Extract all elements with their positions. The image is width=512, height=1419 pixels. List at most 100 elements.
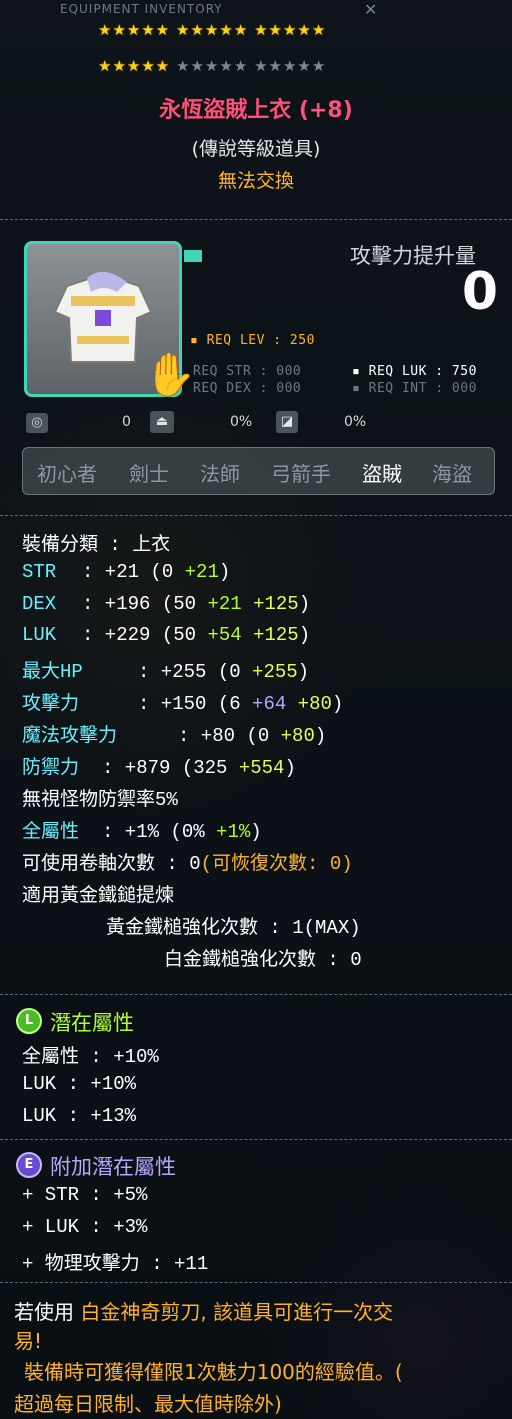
- stat-def-total: : +879: [102, 757, 171, 779]
- stat-dex: DEX: +196 (50 +21 +125): [22, 593, 310, 615]
- stat-luk-close: ): [298, 624, 311, 646]
- stat-atk-base: (6: [217, 693, 241, 715]
- atk-increase-value: 0: [461, 262, 498, 322]
- epic-bonus-potential-icon: E: [16, 1152, 42, 1178]
- stat-matk-close: ): [314, 725, 327, 747]
- divider: [0, 994, 512, 995]
- stat-str-flame: +21: [184, 561, 219, 583]
- job-warrior: 劍士: [129, 462, 169, 486]
- req-str: REQ STR : 000: [193, 364, 302, 379]
- stat-str: STR : +21 (0 +21): [22, 561, 230, 583]
- top-armor-icon: [47, 266, 159, 370]
- stat-scroll-text: 可使用卷軸次數 : 0: [22, 853, 201, 875]
- stat-gold-hammer: 黃金鐵槌強化次數 : 1(MAX): [106, 917, 361, 939]
- req-luk-text: REQ LUK : 750: [368, 364, 477, 379]
- item-grade: (傳說等級道具): [191, 138, 321, 160]
- footer-scissors-note: 若使用 白金神奇剪刀, 該道具可進行一次交: [14, 1296, 393, 1325]
- stat-magic-attack: 魔法攻擊力 : +80 (0 +80): [22, 720, 326, 747]
- bonus-potential-line-1: + STR : +5%: [22, 1184, 148, 1206]
- stat-ignore-def: 無視怪物防禦率5%: [22, 789, 178, 811]
- job-beginner: 初心者: [37, 462, 97, 486]
- stat-platinum-hammer: 白金鐵槌強化次數 : 0: [164, 949, 362, 971]
- icon-value-3: 0%: [344, 414, 367, 430]
- stat-str-total: : +21: [82, 561, 140, 583]
- item-name: 永恆盜賊上衣 (+8): [159, 98, 353, 123]
- stat-hammer: 適用黃金鐵鎚提煉: [22, 885, 175, 907]
- bonus-potential-line-2: + LUK : +3%: [22, 1216, 148, 1238]
- stat-defense: 防禦力: +879 (325 +554): [22, 752, 296, 779]
- trade-status: 無法交換: [217, 170, 294, 192]
- stat-all-close: ): [250, 821, 262, 843]
- req-luk: ▪ REQ LUK : 750: [352, 364, 477, 379]
- upgrade-icon: ⏏: [150, 411, 174, 433]
- stat-atk-starforce: +80: [297, 693, 332, 715]
- stat-dex-close: ): [298, 593, 311, 615]
- stat-def-base: (325: [181, 757, 228, 779]
- potential-line-1: 全屬性 : +10%: [22, 1046, 159, 1068]
- divider: [0, 219, 512, 220]
- stat-all-total: : +1%: [102, 821, 160, 843]
- growth-icon: ◎: [26, 413, 48, 433]
- stat-hp-starforce: +255: [252, 661, 298, 683]
- stat-str-base: (0: [150, 561, 174, 583]
- item-tooltip: EQUIPMENT INVENTORY ✕ ★★★★★ ★★★★★ ★★★★★ …: [0, 0, 512, 1419]
- stat-def-label: 防禦力: [22, 757, 80, 779]
- stat-str-close: ): [218, 561, 231, 583]
- stat-luk-total: : +229: [82, 624, 151, 646]
- stat-scroll-recover: (可恢復次數: 0): [200, 853, 353, 875]
- stat-all-flame: +1%: [216, 821, 251, 843]
- stat-hp-base: (0: [217, 661, 241, 683]
- divider: [0, 1139, 512, 1140]
- stat-maxhp: 最大HP: +255 (0 +255): [22, 656, 309, 683]
- stat-category: 裝備分類 : 上衣: [22, 534, 171, 556]
- stat-all-stat: 全屬性: +1% (0% +1%): [22, 816, 262, 843]
- job-pirate: 海盜: [432, 462, 472, 486]
- req-dex: REQ DEX : 000: [193, 381, 302, 396]
- job-magician: 法師: [200, 462, 240, 486]
- stat-luk-flame: +54: [207, 624, 242, 646]
- stat-dex-total: : +196: [82, 593, 151, 615]
- star-row-1: ★★★★★ ★★★★★ ★★★★★: [98, 21, 327, 39]
- stat-attack: 攻擊力 : +150 (6 +64 +80): [22, 688, 343, 715]
- footer-line-4: 超過每日限制、最大值時除外): [14, 1392, 282, 1416]
- stat-matk-starforce: +80: [280, 725, 315, 747]
- atk-increase-label: 攻擊力提升量: [350, 240, 476, 270]
- stat-dex-starforce: +125: [253, 593, 299, 615]
- stat-luk-base: (50: [161, 624, 197, 646]
- stat-scroll-count: 可使用卷軸次數 : 0(可恢復次數: 0): [22, 848, 353, 875]
- stat-luk: LUK : +229 (50 +54 +125): [22, 624, 310, 646]
- job-bar: 初心者 劍士 法師 弓箭手 盜賊 海盜: [22, 447, 495, 495]
- legendary-potential-icon: L: [16, 1008, 42, 1034]
- stat-all-label: 全屬性: [22, 821, 80, 843]
- stat-atk-close: ): [331, 693, 344, 715]
- footer-line-3: 裝備時可獲得僅限1次魅力100的經驗值。(: [24, 1360, 403, 1384]
- stat-matk-total: : +80: [178, 725, 236, 747]
- stat-matk-label: 魔法攻擊力: [22, 725, 118, 747]
- stat-hp-label: 最大HP: [22, 661, 83, 683]
- bonus-potential-line-3: + 物理攻擊力 : +11: [22, 1253, 209, 1275]
- atk-increase-label-text: 攻擊力提升量: [350, 244, 476, 268]
- req-level: ▪ REQ LEV : 250: [190, 333, 315, 348]
- potential-title: 潛在屬性: [50, 1011, 134, 1035]
- stat-hp-total: : +255: [138, 661, 207, 683]
- icon-value-1: 0: [122, 414, 131, 430]
- flag-icon: [184, 250, 202, 262]
- star-force-icon: ◪: [276, 411, 298, 433]
- footer-line1-prefix: 若使用: [14, 1300, 74, 1324]
- stat-atk-label: 攻擊力: [22, 693, 80, 715]
- stat-luk-label: LUK: [22, 624, 57, 646]
- footer-line1-main: 白金神奇剪刀, 該道具可進行一次交: [80, 1300, 394, 1324]
- stat-atk-total: : +150: [138, 693, 207, 715]
- req-int: ▪ REQ INT : 000: [352, 381, 477, 396]
- divider: [0, 1282, 512, 1283]
- stat-def-starforce: +554: [238, 757, 285, 779]
- bonus-potential-title: 附加潛在屬性: [50, 1155, 176, 1179]
- stat-atk-scroll: +64: [252, 693, 287, 715]
- stat-matk-base: (0: [246, 725, 270, 747]
- stat-luk-starforce: +125: [253, 624, 299, 646]
- stat-str-label: STR: [22, 561, 57, 583]
- stat-dex-label: DEX: [22, 593, 57, 615]
- close-icon[interactable]: ✕: [364, 0, 377, 19]
- icon-value-2: 0%: [230, 414, 253, 430]
- job-archer: 弓箭手: [271, 462, 331, 486]
